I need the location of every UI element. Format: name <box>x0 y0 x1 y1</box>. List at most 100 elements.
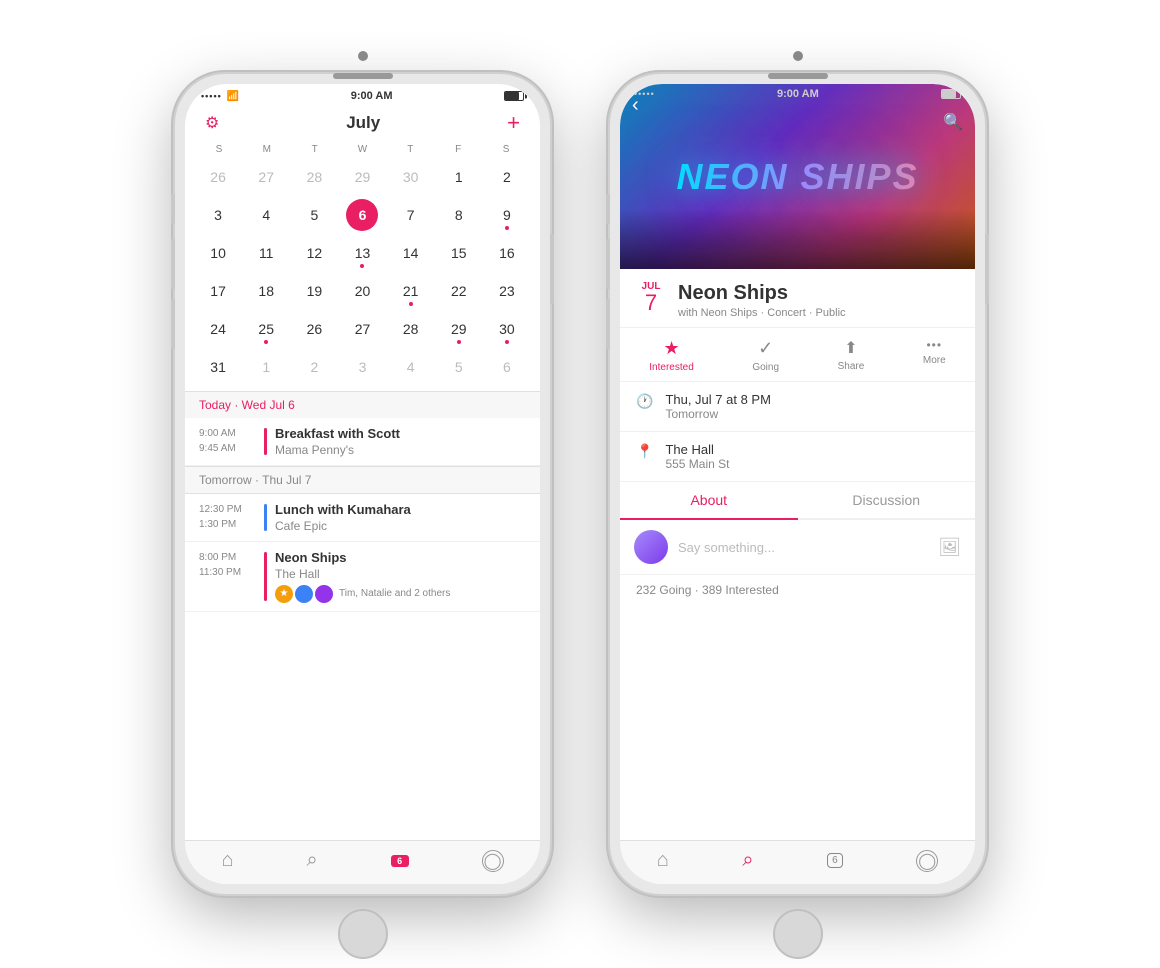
cal-day[interactable]: 31 <box>195 349 241 385</box>
status-bar: ••••• 📶 9:00 AM <box>185 84 540 106</box>
event-lunch[interactable]: 12:30 PM 1:30 PM Lunch with Kumahara Caf… <box>185 494 540 542</box>
more-button[interactable]: ••• More <box>923 338 946 373</box>
cal-day[interactable]: 1 <box>243 349 289 385</box>
hero-gradient <box>620 209 975 269</box>
venue-name: The Hall <box>665 442 729 457</box>
event-date-block: JUL 7 <box>636 281 666 314</box>
battery-icon <box>504 91 524 101</box>
share-button[interactable]: ⬆ Share <box>838 338 865 373</box>
cal-day[interactable]: 30 <box>388 159 434 195</box>
avatar-image <box>634 530 668 564</box>
comment-input[interactable]: Say something... <box>678 540 928 555</box>
cal-day[interactable]: 28 <box>291 159 337 195</box>
share-label: Share <box>838 361 865 372</box>
image-attach-button[interactable]: 🖼 <box>938 537 961 558</box>
cal-day[interactable]: 27 <box>243 159 289 195</box>
cal-day[interactable]: 25 <box>243 311 289 347</box>
back-button[interactable]: ‹ <box>632 94 639 117</box>
add-event-button[interactable]: + <box>507 110 520 136</box>
cal-day[interactable]: 29 <box>339 159 385 195</box>
event-datetime: Thu, Jul 7 at 8 PM <box>665 392 771 407</box>
cal-day[interactable]: 22 <box>436 273 482 309</box>
tab-profile[interactable]: ◯ <box>916 850 938 872</box>
calendar-days-grid: 26 27 28 29 30 1 2 3 4 5 6 <box>195 159 530 385</box>
cal-day[interactable]: 17 <box>195 273 241 309</box>
cal-day[interactable]: 18 <box>243 273 289 309</box>
cal-day-today[interactable]: 6 <box>339 197 385 233</box>
settings-icon[interactable]: ⚙ <box>205 113 219 133</box>
cal-day[interactable]: 19 <box>291 273 337 309</box>
cal-day[interactable]: 20 <box>339 273 385 309</box>
going-label: Going <box>752 362 779 373</box>
cal-day[interactable]: 21 <box>388 273 434 309</box>
event-color-bar <box>264 428 267 455</box>
content-tabs: About Discussion <box>620 482 975 520</box>
volume-down-button <box>606 299 610 349</box>
home-button[interactable] <box>338 909 388 959</box>
cal-day[interactable]: 2 <box>291 349 337 385</box>
tab-calendar[interactable]: 6 <box>827 853 843 868</box>
right-screen: ••••• 9:00 AM NEON SHIPS ‹ 🔍 <box>620 84 975 884</box>
profile-icon: ◯ <box>482 850 504 872</box>
calendar-days-header: S M T W T F S <box>195 144 530 155</box>
cal-day[interactable]: 9 <box>484 197 530 233</box>
event-color-bar <box>264 504 267 531</box>
event-hero-image: ••••• 9:00 AM NEON SHIPS ‹ 🔍 <box>620 84 975 269</box>
checkmark-icon: ✓ <box>758 338 773 359</box>
cal-day[interactable]: 5 <box>291 197 337 233</box>
cal-day[interactable]: 2 <box>484 159 530 195</box>
going-button[interactable]: ✓ Going <box>752 338 779 373</box>
tab-home[interactable]: ⌂ <box>657 849 669 872</box>
cal-day[interactable]: 4 <box>388 349 434 385</box>
cal-day[interactable]: 30 <box>484 311 530 347</box>
search-button[interactable]: 🔍 <box>943 112 963 132</box>
event-neonships[interactable]: 8:00 PM 11:30 PM Neon Ships The Hall ★ <box>185 542 540 612</box>
tab-about[interactable]: About <box>620 482 798 520</box>
cal-day[interactable]: 16 <box>484 235 530 271</box>
interested-button[interactable]: ★ Interested <box>649 338 693 373</box>
cal-day[interactable]: 26 <box>195 159 241 195</box>
cal-day[interactable]: 11 <box>243 235 289 271</box>
event-location-detail[interactable]: 📍 The Hall 555 Main St <box>620 432 975 482</box>
cal-day[interactable]: 13 <box>339 235 385 271</box>
cal-day[interactable]: 26 <box>291 311 337 347</box>
cal-day[interactable]: 24 <box>195 311 241 347</box>
cal-day[interactable]: 15 <box>436 235 482 271</box>
profile-icon: ◯ <box>916 850 938 872</box>
cal-day[interactable]: 29 <box>436 311 482 347</box>
cal-day[interactable]: 1 <box>436 159 482 195</box>
front-camera <box>793 51 803 61</box>
tab-search[interactable]: ⌕ <box>742 849 753 872</box>
signal-dots: ••••• <box>201 91 222 101</box>
cal-day[interactable]: 7 <box>388 197 434 233</box>
cal-day[interactable]: 23 <box>484 273 530 309</box>
cal-day[interactable]: 10 <box>195 235 241 271</box>
cal-day[interactable]: 3 <box>339 349 385 385</box>
tab-discussion[interactable]: Discussion <box>798 482 976 518</box>
event-subtitle: The Hall <box>275 567 526 581</box>
comment-row: Say something... 🖼 <box>620 520 975 575</box>
tab-home[interactable]: ⌂ <box>221 849 233 872</box>
tab-profile[interactable]: ◯ <box>482 850 504 872</box>
cal-day[interactable]: 14 <box>388 235 434 271</box>
cal-day[interactable]: 8 <box>436 197 482 233</box>
tab-calendar[interactable]: 6 <box>391 855 409 867</box>
tab-search[interactable]: ⌕ <box>306 849 317 872</box>
status-right <box>504 91 524 101</box>
cal-day[interactable]: 27 <box>339 311 385 347</box>
cal-day[interactable]: 4 <box>243 197 289 233</box>
attendee-avatar <box>315 585 333 603</box>
share-icon: ⬆ <box>844 338 857 358</box>
phones-container: ••••• 📶 9:00 AM ⚙ July + <box>175 74 985 894</box>
cal-day[interactable]: 28 <box>388 311 434 347</box>
event-breakfast[interactable]: 9:00 AM 9:45 AM Breakfast with Scott Mam… <box>185 418 540 466</box>
event-subtitle: Cafe Epic <box>275 519 526 533</box>
cal-day[interactable]: 12 <box>291 235 337 271</box>
cal-day[interactable]: 6 <box>484 349 530 385</box>
event-location-info: The Hall 555 Main St <box>665 442 729 471</box>
cal-day[interactable]: 5 <box>436 349 482 385</box>
home-button[interactable] <box>773 909 823 959</box>
left-phone: ••••• 📶 9:00 AM ⚙ July + <box>175 74 550 894</box>
cal-day[interactable]: 3 <box>195 197 241 233</box>
speaker <box>333 73 393 79</box>
